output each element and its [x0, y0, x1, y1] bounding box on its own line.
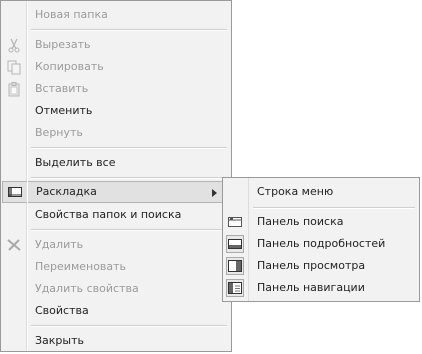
menu-item-label: Копировать — [35, 60, 104, 73]
layout-submenu: Строка меню Панель поиска Панель подробн… — [222, 177, 420, 302]
checked-frame — [226, 235, 244, 253]
submenu-item-menu-bar[interactable]: Строка меню — [223, 181, 419, 203]
menu-item-label: Переименовать — [35, 260, 127, 273]
menu-item-label: Вырезать — [35, 38, 91, 51]
delete-x-icon — [6, 237, 22, 253]
context-menu: Новая папка Вырезать Копировать Вставить… — [0, 0, 232, 352]
submenu-item-label: Строка меню — [257, 185, 334, 198]
submenu-item-label: Панель поиска — [257, 215, 344, 228]
menu-item-close[interactable]: Закрыть — [1, 330, 231, 352]
menu-item-label: Закрыть — [35, 334, 84, 347]
menu-separator — [31, 229, 227, 231]
menu-item-label: Удалить — [35, 238, 84, 251]
menu-separator — [31, 29, 227, 31]
menu-item-new-folder[interactable]: Новая папка — [1, 4, 231, 26]
menu-item-undo[interactable]: Отменить — [1, 100, 231, 122]
menu-item-properties[interactable]: Свойства — [1, 300, 231, 322]
preview-pane-icon — [228, 260, 242, 272]
menu-item-label: Отменить — [35, 104, 93, 117]
menu-item-label: Раскладка — [36, 185, 97, 198]
search-pane-icon — [227, 214, 243, 230]
submenu-item-label: Панель навигации — [257, 281, 365, 294]
submenu-item-preview-pane[interactable]: Панель просмотра — [223, 255, 419, 277]
menu-separator — [253, 207, 415, 209]
layout-icon — [7, 184, 23, 200]
paste-icon — [6, 81, 22, 97]
menu-item-label: Свойства — [35, 304, 89, 317]
menu-separator — [31, 177, 227, 179]
submenu-item-search-pane[interactable]: Панель поиска — [223, 211, 419, 233]
checked-frame — [226, 257, 244, 275]
menu-item-rename[interactable]: Переименовать — [1, 256, 231, 278]
menu-separator — [31, 147, 227, 149]
menu-item-paste[interactable]: Вставить — [1, 78, 231, 100]
menu-item-folder-options[interactable]: Свойства папок и поиска — [1, 204, 231, 226]
menu-item-layout[interactable]: Раскладка — [2, 181, 230, 203]
submenu-item-details-pane[interactable]: Панель подробностей — [223, 233, 419, 255]
menu-item-select-all[interactable]: Выделить все — [1, 152, 231, 174]
menu-item-label: Вернуть — [35, 126, 83, 139]
menu-item-remove-properties[interactable]: Удалить свойства — [1, 278, 231, 300]
menu-separator — [31, 325, 227, 327]
submenu-item-label: Панель просмотра — [257, 259, 366, 272]
details-pane-icon — [228, 239, 242, 249]
menu-item-label: Свойства папок и поиска — [35, 208, 182, 221]
menu-item-cut[interactable]: Вырезать — [1, 34, 231, 56]
submenu-arrow-icon — [212, 189, 217, 197]
menu-item-label: Вставить — [35, 82, 89, 95]
checked-frame — [226, 279, 244, 297]
menu-item-delete[interactable]: Удалить — [1, 234, 231, 256]
submenu-item-label: Панель подробностей — [257, 237, 386, 250]
navigation-pane-icon — [228, 282, 242, 294]
scissors-icon — [6, 37, 22, 53]
menu-item-label: Выделить все — [35, 156, 116, 169]
copy-icon — [6, 59, 22, 75]
menu-item-label: Новая папка — [35, 8, 108, 21]
menu-item-redo[interactable]: Вернуть — [1, 122, 231, 144]
menu-item-label: Удалить свойства — [35, 282, 139, 295]
submenu-item-navigation-pane[interactable]: Панель навигации — [223, 277, 419, 299]
menu-item-copy[interactable]: Копировать — [1, 56, 231, 78]
